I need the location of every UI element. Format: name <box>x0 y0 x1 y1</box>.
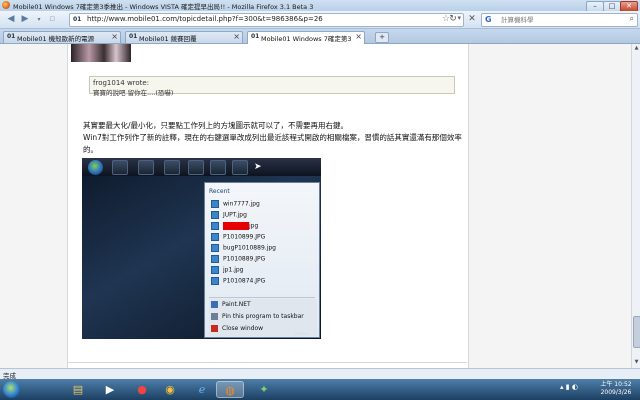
start-orb-icon <box>88 160 103 175</box>
tab-close-icon[interactable]: × <box>233 32 240 41</box>
page-left-margin <box>0 44 68 368</box>
image-file-icon <box>211 255 219 263</box>
image-file-icon <box>211 244 219 252</box>
jump-list-item[interactable]: JUPT.jpg <box>211 211 247 220</box>
jump-list-item[interactable]: P1010874.JPG <box>211 277 265 286</box>
embedded-screenshot: ➤ Recent win7777.jpg JUPT.jpg jpg P10108… <box>82 158 321 339</box>
app-icon <box>138 160 154 175</box>
image-file-icon <box>211 211 219 219</box>
quote-box: frog1014 wrote: 寶寶的說吧 留你在....(恐嚇) <box>89 76 455 97</box>
tab-3-active[interactable]: 01 Mobile01 Windows 7確定第3季推... × <box>247 31 365 44</box>
media-icon[interactable]: ● <box>128 381 156 398</box>
windows-taskbar: ▤ ▶ ● ◉ ℯ ◍ ✦ ▴ ▮ ◐ 上午 10:52 2009/3/26 <box>0 379 640 400</box>
post-divider <box>68 362 467 363</box>
mouse-cursor-icon: ➤ <box>254 162 262 172</box>
jump-list-menu: Recent win7777.jpg JUPT.jpg jpg P1010899… <box>204 182 320 338</box>
tab-favicon-icon: 01 <box>251 33 260 40</box>
folder-icon[interactable]: ▤ <box>64 381 92 398</box>
tab-2[interactable]: 01 Mobile01 競賽回覆 × <box>125 31 243 43</box>
jump-list-item[interactable]: P1010899.JPG <box>211 233 265 242</box>
url-text[interactable]: http://www.mobile01.com/topicdetail.php?… <box>87 15 323 23</box>
back-arrow-icon[interactable]: ◀ <box>5 14 17 25</box>
close-window-icon <box>211 325 218 332</box>
paint-net-icon <box>211 301 218 308</box>
tab-label: Mobile01 競賽回覆 <box>139 35 197 43</box>
image-file-icon <box>211 266 219 274</box>
page-viewport: frog1014 wrote: 寶寶的說吧 留你在....(恐嚇) 其實要最大化… <box>0 44 631 368</box>
image-file-icon <box>211 200 219 208</box>
jump-list-item[interactable]: jpg <box>211 222 258 231</box>
paint-net-icon <box>232 160 248 175</box>
window-titlebar: Mobile01 Windows 7確定第3季推出 - Windows VIST… <box>0 0 640 12</box>
firefox-icon <box>164 160 180 175</box>
forward-arrow-icon[interactable]: ▶ <box>19 14 31 25</box>
taskbar-clock[interactable]: 上午 10:52 2009/3/26 <box>596 381 636 397</box>
clock-date: 2009/3/26 <box>600 389 632 396</box>
post-line-1: 其實要最大化/最小化，只要點工作列上的方塊圖示就可以了，不需要再用右鍵。 <box>83 121 349 130</box>
tab-favicon-icon: 01 <box>129 33 138 40</box>
site-favicon-icon: 01 <box>73 16 82 23</box>
system-tray-icons[interactable]: ▴ ▮ ◐ <box>560 383 578 391</box>
jump-list-item[interactable]: jp1.jpg <box>211 266 243 275</box>
history-dropdown-icon[interactable]: ▾ <box>33 14 45 25</box>
firefox-taskbar-button[interactable]: ◍ <box>216 381 244 398</box>
media-player-icon[interactable]: ▶ <box>96 381 124 398</box>
redacted-filename <box>223 222 249 230</box>
image-file-icon <box>211 233 219 241</box>
internet-explorer-icon[interactable]: ℯ <box>188 381 216 398</box>
scroll-down-icon[interactable]: ▼ <box>633 359 640 366</box>
window-title: Mobile01 Windows 7確定第3季推出 - Windows VIST… <box>13 3 314 11</box>
jump-list-separator <box>209 297 315 298</box>
navigation-toolbar: ◀ ▶ ▾ ▫ 01 http://www.mobile01.com/topic… <box>0 11 640 29</box>
search-bar[interactable]: G ⌕ <box>481 13 638 27</box>
vertical-scrollbar[interactable]: ▲ ▼ <box>631 44 640 368</box>
post-line-2: Win7對工作列作了新的註釋，現在的右鍵選單改成列出最近該程式開啟的相關檔案，習… <box>83 133 462 154</box>
search-input[interactable] <box>501 15 619 24</box>
page-icon: ▫ <box>48 14 56 24</box>
tab-favicon-icon: 01 <box>7 33 16 40</box>
image-viewer-icon <box>210 160 226 175</box>
jump-list-task[interactable]: Close window <box>211 325 263 334</box>
new-tab-button[interactable]: + <box>375 32 389 43</box>
jump-list-item[interactable]: win7777.jpg <box>211 200 260 209</box>
google-icon: G <box>485 15 492 24</box>
app-icon <box>188 160 204 175</box>
page-right-column <box>468 44 631 368</box>
search-icon[interactable]: ⌕ <box>630 14 634 24</box>
tab-bar: 01 Mobile01 機殼歐新的電源 × 01 Mobile01 競賽回覆 ×… <box>0 29 640 44</box>
quote-text: 寶寶的說吧 留你在....(恐嚇) <box>93 89 174 97</box>
tab-close-icon[interactable]: × <box>111 32 118 41</box>
user-avatar-image <box>71 44 131 62</box>
watermark-image: ▬▬▬ <box>294 331 309 337</box>
image-file-icon <box>211 277 219 285</box>
messenger-icon[interactable]: ✦ <box>250 381 278 398</box>
scroll-up-icon[interactable]: ▲ <box>633 45 640 52</box>
folder-icon <box>112 160 128 175</box>
jump-list-task[interactable]: Pin this program to taskbar <box>211 313 304 322</box>
quote-author: frog1014 wrote: <box>93 79 150 87</box>
firefox-icon <box>2 1 10 9</box>
tab-label: Mobile01 Windows 7確定第3季推... <box>261 35 351 43</box>
win7-taskbar: ➤ <box>82 158 321 176</box>
jump-list-task[interactable]: Paint.NET <box>211 301 251 310</box>
pin-icon <box>211 313 218 320</box>
start-orb-icon[interactable] <box>3 381 20 398</box>
reload-icon[interactable]: ↻ <box>447 13 459 25</box>
jump-list-item[interactable]: bugP1010889.jpg <box>211 244 276 253</box>
tab-label: Mobile01 機殼歐新的電源 <box>17 35 95 43</box>
url-bar[interactable]: 01 http://www.mobile01.com/topicdetail.p… <box>69 13 464 27</box>
tab-close-icon[interactable]: × <box>355 32 362 41</box>
post-body: 其實要最大化/最小化，只要點工作列上的方塊圖示就可以了，不需要再用右鍵。 Win… <box>83 120 463 156</box>
stop-icon[interactable]: ✕ <box>466 13 478 25</box>
jump-list-item[interactable]: P1010889.JPG <box>211 255 265 264</box>
tab-1[interactable]: 01 Mobile01 機殼歐新的電源 × <box>3 31 121 43</box>
scrollbar-thumb[interactable] <box>633 316 640 348</box>
jump-list-header: Recent <box>209 188 230 195</box>
clock-time: 上午 10:52 <box>600 381 632 388</box>
image-file-icon <box>211 222 219 230</box>
chrome-icon[interactable]: ◉ <box>156 381 184 398</box>
